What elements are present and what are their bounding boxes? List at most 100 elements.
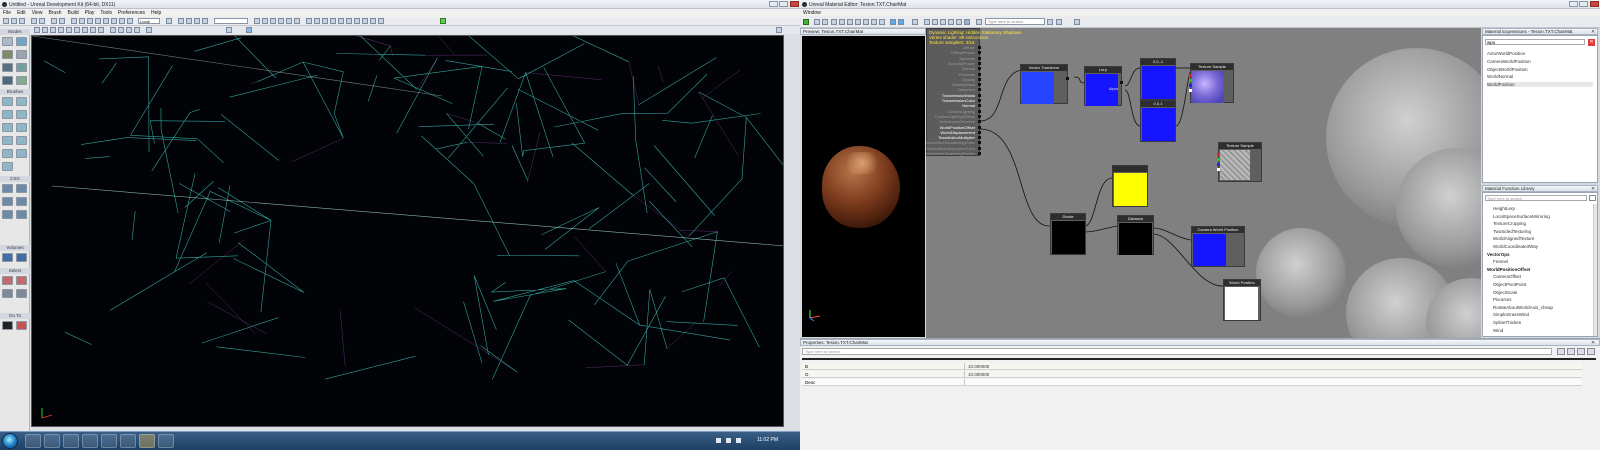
build-geometry-icon[interactable] xyxy=(254,18,260,24)
menu-tools[interactable]: Tools xyxy=(97,9,115,17)
unlit-mode-icon[interactable] xyxy=(50,27,56,33)
distance-node[interactable]: Distance xyxy=(1117,215,1154,255)
root-input-opacity[interactable]: Opacity xyxy=(961,77,975,82)
function-item[interactable]: TwoSidedTexturing xyxy=(1493,229,1531,234)
launch-icon[interactable] xyxy=(370,18,376,24)
tray-network-icon[interactable] xyxy=(716,438,721,443)
lerp-node[interactable]: Lerp Alpha xyxy=(1084,66,1123,106)
game-view-icon[interactable] xyxy=(118,27,124,33)
constant-yellow-node[interactable] xyxy=(1112,165,1148,207)
rotate-icon[interactable] xyxy=(79,18,85,24)
root-input-pin[interactable] xyxy=(978,125,981,129)
platform-icon[interactable] xyxy=(378,18,384,24)
texture-sample-node-2[interactable]: Texture Sample xyxy=(1217,142,1262,182)
viewport-close-icon[interactable] xyxy=(776,27,782,33)
perspective-viewport[interactable] xyxy=(31,35,784,427)
linear-stair-brush-icon[interactable] xyxy=(2,123,13,132)
root-input-pin[interactable] xyxy=(978,109,981,113)
sphere-preview-icon[interactable] xyxy=(847,19,853,25)
scale-icon[interactable] xyxy=(87,18,93,24)
root-input-pin[interactable] xyxy=(978,104,981,108)
clean-unused-icon[interactable] xyxy=(964,19,970,25)
chrome-icon[interactable] xyxy=(44,434,60,448)
function-item[interactable]: SimpleGrassWind xyxy=(1493,312,1529,317)
simulate-icon[interactable] xyxy=(362,18,368,24)
function-item[interactable]: LocalSpaceSurfaceMirroring xyxy=(1493,214,1550,219)
build-paths-icon[interactable] xyxy=(270,18,276,24)
property-row[interactable]: Desc xyxy=(802,379,1582,386)
function-item[interactable]: TextureCropping xyxy=(1493,221,1526,226)
minimize-button[interactable] xyxy=(1569,1,1578,7)
realtime-icon[interactable] xyxy=(110,27,116,33)
scale-nonuniform-icon[interactable] xyxy=(95,18,101,24)
camera-world-position-node[interactable]: Camera World Position xyxy=(1191,226,1245,267)
search-next-icon[interactable] xyxy=(1056,19,1062,25)
coverlink-mode-icon[interactable] xyxy=(16,76,27,85)
output-pin[interactable] xyxy=(1066,77,1069,80)
expression-item[interactable]: CameraWorldPosition xyxy=(1487,59,1593,64)
root-input-pin[interactable] xyxy=(978,77,981,81)
stop-icon[interactable] xyxy=(354,18,360,24)
unreal-editor-task-icon[interactable] xyxy=(139,434,155,448)
root-input-pin[interactable] xyxy=(978,56,981,60)
function-item[interactable]: RotateAboutWorldAxis_cheap xyxy=(1493,305,1553,310)
folder-icon[interactable] xyxy=(101,434,117,448)
mesh-preview-icon[interactable] xyxy=(863,19,869,25)
translate-icon[interactable] xyxy=(71,18,77,24)
pin-red[interactable] xyxy=(1217,153,1220,156)
expression-item[interactable]: ActorWorldPosition xyxy=(1487,51,1593,56)
function-category[interactable]: VectorOps xyxy=(1487,252,1510,257)
root-input-pin[interactable] xyxy=(978,141,981,145)
material-preview-viewport[interactable] xyxy=(802,36,925,337)
add-volume-icon[interactable] xyxy=(2,253,13,262)
quick-launch-icon[interactable] xyxy=(338,18,344,24)
root-input-distortion[interactable]: Distortion xyxy=(958,87,975,92)
root-input-pin[interactable] xyxy=(978,114,981,118)
close-button[interactable] xyxy=(1590,1,1599,7)
root-input-anisotropicdirection[interactable]: AnisotropicDirection xyxy=(939,119,975,124)
close-button[interactable] xyxy=(790,1,799,7)
root-input-subsurfaceabsorptioncolor[interactable]: SubsurfaceAbsorptionColor xyxy=(926,146,975,151)
pin-red[interactable] xyxy=(1189,74,1192,77)
maximize-button[interactable] xyxy=(779,1,788,7)
property-row[interactable]: G 10.000000 xyxy=(802,371,1582,378)
clip-brush-icon[interactable] xyxy=(2,162,13,171)
root-input-diffusepower[interactable]: DiffusePower xyxy=(951,50,975,55)
root-input-normal[interactable]: Normal xyxy=(962,103,975,108)
root-input-pin[interactable] xyxy=(978,120,981,124)
lightmap-density-icon[interactable] xyxy=(98,27,104,33)
mesh-paint-icon[interactable] xyxy=(2,63,13,72)
pin-blue[interactable] xyxy=(1217,163,1220,166)
function-item[interactable]: Wind xyxy=(1493,328,1503,333)
pin-alpha[interactable] xyxy=(1217,168,1220,171)
function-item[interactable]: ObjectPivotPoint xyxy=(1493,282,1526,287)
cube-brush-icon[interactable] xyxy=(2,97,13,106)
clear-filter-icon[interactable]: ✕ xyxy=(1588,39,1595,46)
sheet-brush-icon[interactable] xyxy=(2,136,13,145)
toggle-stats-icon[interactable] xyxy=(940,19,946,25)
function-item[interactable]: CameraOffset xyxy=(1493,274,1521,279)
goto-actor-icon[interactable] xyxy=(2,321,13,330)
function-search-input[interactable]: Type here to search xyxy=(1485,195,1587,201)
function-category[interactable]: WorldPositionOffset xyxy=(1487,267,1530,272)
plane-preview-icon[interactable] xyxy=(855,19,861,25)
menu-view[interactable]: View xyxy=(29,9,46,17)
build-swarm-icon[interactable] xyxy=(294,18,300,24)
udk-icon[interactable] xyxy=(63,434,79,448)
options-icon[interactable] xyxy=(1587,348,1595,355)
expression-item[interactable]: WorldNormal xyxy=(1487,74,1593,79)
root-input-normal[interactable]: Normal xyxy=(962,66,975,71)
play-in-viewport-icon[interactable] xyxy=(314,18,320,24)
search-icon[interactable] xyxy=(1047,19,1053,25)
foliage-mode-icon[interactable] xyxy=(2,76,13,85)
terrain-mode-icon[interactable] xyxy=(2,50,13,59)
function-item[interactable]: Fresnel xyxy=(1493,259,1508,264)
root-input-opacitymask[interactable]: OpacityMask xyxy=(952,82,975,87)
root-input-pin[interactable] xyxy=(978,130,981,134)
console-play-icon[interactable] xyxy=(322,18,328,24)
tray-volume-icon[interactable] xyxy=(726,438,731,443)
pin-green[interactable] xyxy=(1217,158,1220,161)
texture-align-icon[interactable] xyxy=(16,50,27,59)
home-icon[interactable] xyxy=(912,19,918,25)
wireframe-mode-icon[interactable] xyxy=(42,27,48,33)
